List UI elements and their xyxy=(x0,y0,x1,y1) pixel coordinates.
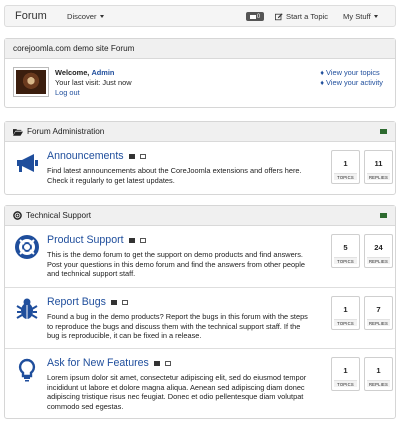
rss-icon[interactable] xyxy=(128,153,135,159)
life-ring-icon xyxy=(13,211,22,220)
my-stuff-menu[interactable]: My Stuff xyxy=(343,12,378,21)
category-title-link[interactable]: Ask for New Features xyxy=(47,357,149,369)
chevron-down-icon xyxy=(99,15,104,18)
avatar[interactable] xyxy=(13,67,49,97)
welcome-panel: corejoomla.com demo site Forum Welcome, … xyxy=(4,38,396,108)
topics-label: TOPICS xyxy=(334,173,357,180)
topics-count-box: 1 TOPICS xyxy=(331,357,360,391)
bug-icon xyxy=(16,298,38,319)
section-title-text: Forum Administration xyxy=(27,127,105,136)
welcome-panel-header: corejoomla.com demo site Forum xyxy=(5,39,395,59)
category-description: Lorem ipsum dolor sit amet, consectetur … xyxy=(47,373,307,411)
section-forum-administration: Forum Administration Announcements Find … xyxy=(4,121,396,195)
category-description: Found a bug in the demo products? Report… xyxy=(47,312,308,341)
view-topics-link[interactable]: ♦ View your topics xyxy=(320,68,383,78)
brand-link[interactable]: Forum xyxy=(15,10,47,22)
messages-count: 0 xyxy=(256,13,261,20)
view-activity-link[interactable]: ♦ View your activity xyxy=(320,78,383,88)
logout-link[interactable]: Log out xyxy=(55,88,132,98)
bullhorn-icon xyxy=(17,154,38,172)
category-row: Report Bugs Found a bug in the demo prod… xyxy=(5,288,395,349)
section-title: Technical Support xyxy=(13,211,91,220)
welcome-label: Welcome, xyxy=(55,68,90,77)
edit-icon xyxy=(275,12,283,20)
section-title-text: Technical Support xyxy=(26,211,92,220)
envelope-icon[interactable] xyxy=(139,153,146,159)
topics-count-box: 1 TOPICS xyxy=(331,150,360,184)
envelope-icon[interactable] xyxy=(164,360,171,366)
folder-open-icon xyxy=(13,128,23,136)
last-visit-text: Your last visit: Just now xyxy=(55,78,132,87)
rss-icon[interactable] xyxy=(110,299,117,305)
discover-menu[interactable]: Discover xyxy=(67,12,104,21)
envelope-icon xyxy=(249,14,256,19)
replies-count: 24 xyxy=(374,243,383,252)
welcome-block: Welcome, Admin Your last visit: Just now… xyxy=(55,68,132,98)
section-header: Forum Administration xyxy=(5,122,395,142)
topics-count: 1 xyxy=(343,366,348,375)
rss-icon[interactable] xyxy=(128,237,135,243)
category-row: Announcements Find latest announcements … xyxy=(5,142,395,196)
category-title-link[interactable]: Announcements xyxy=(47,150,124,162)
replies-count-box: 24 REPLIES xyxy=(364,234,393,268)
category-row: Product Support This is the demo forum t… xyxy=(5,226,395,288)
replies-count: 1 xyxy=(376,366,381,375)
envelope-icon[interactable] xyxy=(139,237,146,243)
rss-icon[interactable] xyxy=(380,129,387,134)
category-title[interactable]: Report Bugs xyxy=(47,296,128,308)
user-name-link[interactable]: Admin xyxy=(91,68,114,77)
top-navbar: Forum Discover 0 Start a Topic My Stuff xyxy=(4,5,396,27)
category-title[interactable]: Announcements xyxy=(47,150,146,162)
section-title: Forum Administration xyxy=(13,127,104,136)
replies-count: 11 xyxy=(374,159,383,168)
topics-count: 5 xyxy=(343,243,348,252)
replies-label: REPLIES xyxy=(367,319,390,326)
replies-count-box: 1 REPLIES xyxy=(364,357,393,391)
my-stuff-label: My Stuff xyxy=(343,12,371,21)
replies-count-box: 7 REPLIES xyxy=(364,296,393,330)
section-header: Technical Support xyxy=(5,206,395,226)
topics-count-box: 5 TOPICS xyxy=(331,234,360,268)
replies-label: REPLIES xyxy=(367,380,390,387)
category-title-link[interactable]: Product Support xyxy=(47,234,124,246)
topics-count: 1 xyxy=(343,305,348,314)
topics-count-box: 1 TOPICS xyxy=(331,296,360,330)
discover-label: Discover xyxy=(67,12,97,21)
topics-label: TOPICS xyxy=(334,257,357,264)
start-topic-label: Start a Topic xyxy=(286,12,329,21)
start-topic-button[interactable]: Start a Topic xyxy=(275,12,328,21)
messages-button[interactable]: 0 xyxy=(246,12,264,21)
replies-label: REPLIES xyxy=(367,257,390,264)
topics-count: 1 xyxy=(343,159,348,168)
topics-label: TOPICS xyxy=(334,319,357,326)
topics-label: TOPICS xyxy=(334,380,357,387)
replies-count: 7 xyxy=(376,305,381,314)
replies-label: REPLIES xyxy=(367,173,390,180)
category-title[interactable]: Product Support xyxy=(47,234,146,246)
category-title-link[interactable]: Report Bugs xyxy=(47,296,106,308)
section-technical-support: Technical Support Product Support This i… xyxy=(4,205,396,419)
category-row: Ask for New Features Lorem ipsum dolor s… xyxy=(5,349,395,419)
site-forum-title: corejoomla.com demo site Forum xyxy=(13,44,135,53)
lightbulb-icon xyxy=(18,358,36,382)
replies-count-box: 11 REPLIES xyxy=(364,150,393,184)
chevron-down-icon xyxy=(373,15,378,18)
user-links: ♦ View your topics ♦ View your activity xyxy=(320,68,383,88)
rss-icon[interactable] xyxy=(153,360,160,366)
life-ring-icon xyxy=(15,235,39,259)
category-description: Find latest announcements about the Core… xyxy=(47,166,302,185)
category-description: This is the demo forum to get the suppor… xyxy=(47,250,305,279)
rss-icon[interactable] xyxy=(380,213,387,218)
envelope-icon[interactable] xyxy=(121,299,128,305)
category-title[interactable]: Ask for New Features xyxy=(47,357,171,369)
